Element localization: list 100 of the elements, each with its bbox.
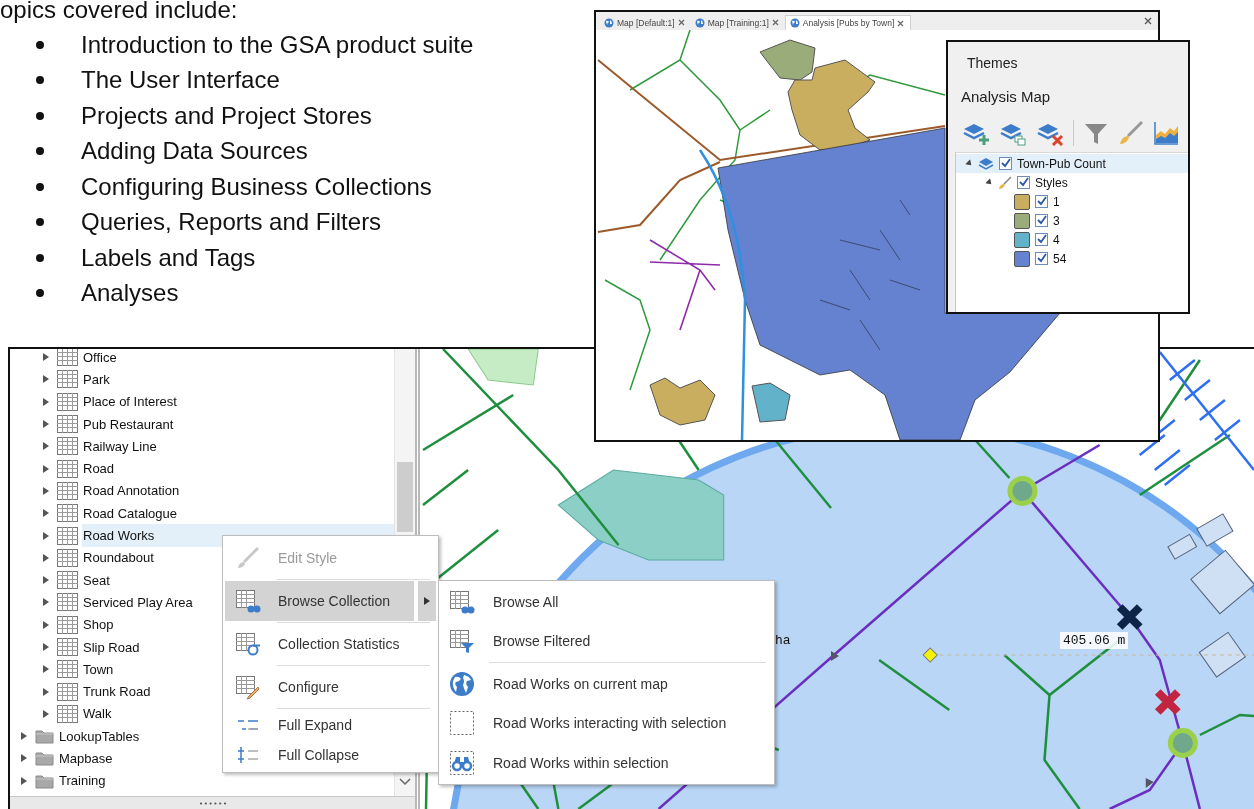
tree-item[interactable]: Road Catalogue <box>82 502 394 525</box>
tree-item[interactable]: Road <box>82 457 394 480</box>
brush-icon <box>998 175 1012 190</box>
measurement-label: 405.06 m <box>1060 632 1129 649</box>
tree-item[interactable]: Pub Restaurant <box>82 412 394 436</box>
expand-arrow-icon[interactable] <box>21 753 27 764</box>
table-icon <box>57 682 78 701</box>
close-icon[interactable] <box>1144 17 1152 25</box>
collapse-lines-icon <box>235 746 261 764</box>
checkbox[interactable] <box>1017 176 1030 189</box>
expand-arrow-icon[interactable] <box>21 775 27 786</box>
checkbox[interactable] <box>1035 252 1048 265</box>
checkbox[interactable] <box>1035 233 1048 246</box>
expand-arrow-icon[interactable] <box>43 664 49 675</box>
table-icon <box>57 370 78 389</box>
expand-arrow-icon[interactable] <box>43 508 49 519</box>
expand-arrow-icon[interactable] <box>43 396 49 407</box>
folder-icon <box>35 728 54 745</box>
expand-arrow-icon[interactable] <box>43 441 49 452</box>
menu-item[interactable]: Collection Statistics <box>225 624 436 664</box>
grip-icon[interactable] <box>198 801 227 805</box>
expand-arrow-icon[interactable] <box>43 463 49 474</box>
expand-arrow-icon[interactable] <box>43 352 49 363</box>
menu-item[interactable]: Full Expand <box>225 710 436 740</box>
expand-arrow-icon[interactable] <box>43 642 49 652</box>
tree-item[interactable]: Training <box>58 769 394 792</box>
dashed-square-icon <box>449 710 475 737</box>
direction-arrow-icon <box>1145 778 1154 788</box>
tree-item[interactable]: Styles <box>1035 175 1068 190</box>
table-icon <box>57 504 78 523</box>
globe-icon <box>789 18 800 28</box>
table-icon <box>57 459 78 478</box>
expand-lines-icon <box>235 718 261 732</box>
scrollbar-thumb[interactable] <box>397 462 413 532</box>
table-icon <box>57 437 78 456</box>
expand-arrow-icon[interactable] <box>43 530 49 541</box>
expand-arrow-icon[interactable] <box>21 731 27 742</box>
caret-icon <box>424 596 430 606</box>
close-icon[interactable] <box>677 19 685 26</box>
scroll-down-icon[interactable] <box>399 778 411 786</box>
table-icon <box>57 548 78 567</box>
bullet-text: Labels and Tags <box>81 243 256 272</box>
table-filter-icon <box>449 628 475 655</box>
style-label: 4 <box>1053 232 1060 247</box>
layer-row[interactable]: Town-Pub Count <box>956 154 1188 173</box>
table-icon <box>57 392 78 411</box>
folder-icon <box>35 750 54 767</box>
expand-arrow-icon[interactable] <box>43 374 49 385</box>
expand-arrow-icon[interactable] <box>43 575 49 586</box>
expand-arrow-icon[interactable] <box>43 597 49 608</box>
expand-arrow-icon[interactable] <box>43 619 49 630</box>
close-icon[interactable] <box>771 19 779 26</box>
document-tab[interactable]: Map [Training:1] <box>690 15 785 30</box>
tree-item[interactable]: Road Annotation <box>82 479 394 503</box>
menu-item[interactable]: Road Works interacting with selection <box>441 703 772 743</box>
table-icon <box>57 660 78 679</box>
menu-item[interactable]: Browse All <box>441 582 772 622</box>
tree-item[interactable]: Railway Line <box>82 435 394 458</box>
cross-marker <box>1115 603 1144 631</box>
menu-item[interactable]: Browse Collection <box>225 581 414 621</box>
tree-item[interactable]: Office <box>82 349 394 369</box>
table-icon <box>57 481 78 500</box>
table-pencil-icon <box>235 674 261 700</box>
menu-item[interactable]: Road Works on current map <box>441 664 772 704</box>
globe-icon <box>694 17 705 28</box>
map-label: ha <box>774 632 792 649</box>
tree-item[interactable]: Park <box>82 368 394 391</box>
folder-icon <box>35 772 54 789</box>
checkbox[interactable] <box>999 157 1012 170</box>
bullet-text: Introduction to the GSA product suite <box>81 30 474 59</box>
panel-subtitle: Analysis Map <box>960 87 1052 105</box>
expand-arrow-icon[interactable] <box>43 419 49 430</box>
submenu-arrow-button[interactable] <box>418 581 436 621</box>
table-icon <box>57 704 78 723</box>
document-tab[interactable]: Analysis [Pubs by Town] <box>784 15 912 30</box>
expand-arrow-icon[interactable] <box>43 686 49 697</box>
checkbox[interactable] <box>1035 214 1048 227</box>
document-tab[interactable]: Map [Default:1] <box>600 15 691 30</box>
expand-arrow-icon[interactable] <box>43 485 49 496</box>
menu-item[interactable]: Road Works within selection <box>441 743 772 783</box>
style-label: 1 <box>1053 194 1060 209</box>
checkbox[interactable] <box>1035 195 1048 208</box>
bullet-icon <box>36 182 44 191</box>
direction-arrow-icon <box>831 651 839 661</box>
cross-marker <box>1153 688 1182 716</box>
menu-item[interactable]: Full Collapse <box>225 740 436 770</box>
menu-item[interactable]: Configure <box>225 667 436 707</box>
area-chart-icon[interactable] <box>1153 120 1179 146</box>
table-binoculars-icon <box>449 588 475 615</box>
layers-icon <box>978 157 994 170</box>
menu-item[interactable]: Browse Filtered <box>441 621 772 661</box>
table-icon <box>57 638 78 656</box>
table-icon <box>57 415 78 434</box>
expand-arrow-icon[interactable] <box>43 708 49 719</box>
style-label: 54 <box>1053 251 1067 266</box>
expand-arrow-icon[interactable] <box>43 552 49 563</box>
binoculars-icon <box>449 749 475 776</box>
close-icon[interactable] <box>897 19 905 27</box>
bullet-text: Analyses <box>81 279 179 308</box>
tree-item[interactable]: Place of Interest <box>82 390 394 413</box>
